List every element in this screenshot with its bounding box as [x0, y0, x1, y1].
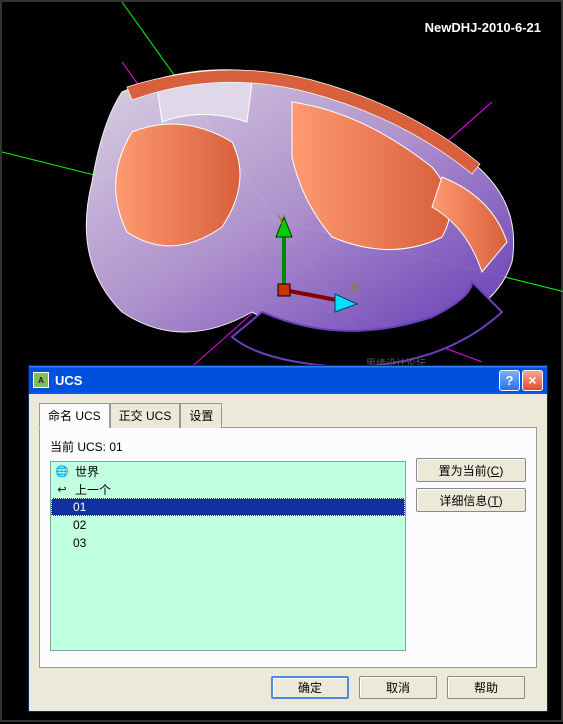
tab-panel-named: 当前 UCS: 01 🌐 世界 ↩ 上一个 ▸ 01	[39, 428, 537, 668]
svg-text:Y: Y	[277, 212, 286, 227]
titlebar-close-button[interactable]: ×	[522, 370, 543, 391]
set-current-button[interactable]: 置为当前(C)	[416, 458, 526, 482]
dialog-footer: 确定 取消 帮助	[39, 668, 537, 699]
tab-named-ucs[interactable]: 命名 UCS	[39, 403, 110, 428]
tab-settings[interactable]: 设置	[180, 403, 222, 428]
list-item[interactable]: 02	[51, 516, 405, 534]
dialog-titlebar[interactable]: A UCS ? ×	[29, 366, 547, 394]
list-item[interactable]: ▸ 01	[51, 498, 405, 516]
details-button[interactable]: 详细信息(T)	[416, 488, 526, 512]
ucs-dialog: A UCS ? × 命名 UCS 正交 UCS 设置 当前 UCS: 01 🌐 …	[28, 365, 548, 712]
help-button[interactable]: 帮助	[447, 676, 525, 699]
ok-button[interactable]: 确定	[271, 676, 349, 699]
watermark-author: NewDHJ-2010-6-21	[425, 20, 541, 35]
current-ucs-label: 当前 UCS: 01	[50, 438, 406, 455]
titlebar-help-button[interactable]: ?	[499, 370, 520, 391]
cancel-button[interactable]: 取消	[359, 676, 437, 699]
list-item-previous[interactable]: ↩ 上一个	[51, 480, 405, 498]
app-icon: A	[33, 372, 49, 388]
svg-text:X: X	[350, 280, 359, 295]
tab-strip: 命名 UCS 正交 UCS 设置	[39, 402, 537, 428]
ucs-listbox[interactable]: 🌐 世界 ↩ 上一个 ▸ 01 02 03	[50, 461, 406, 651]
globe-icon: 🌐	[55, 464, 69, 478]
list-item-world[interactable]: 🌐 世界	[51, 462, 405, 480]
tab-ortho-ucs[interactable]: 正交 UCS	[110, 403, 181, 428]
dialog-title: UCS	[55, 373, 499, 388]
list-item[interactable]: 03	[51, 534, 405, 552]
previous-icon: ↩	[55, 482, 69, 496]
